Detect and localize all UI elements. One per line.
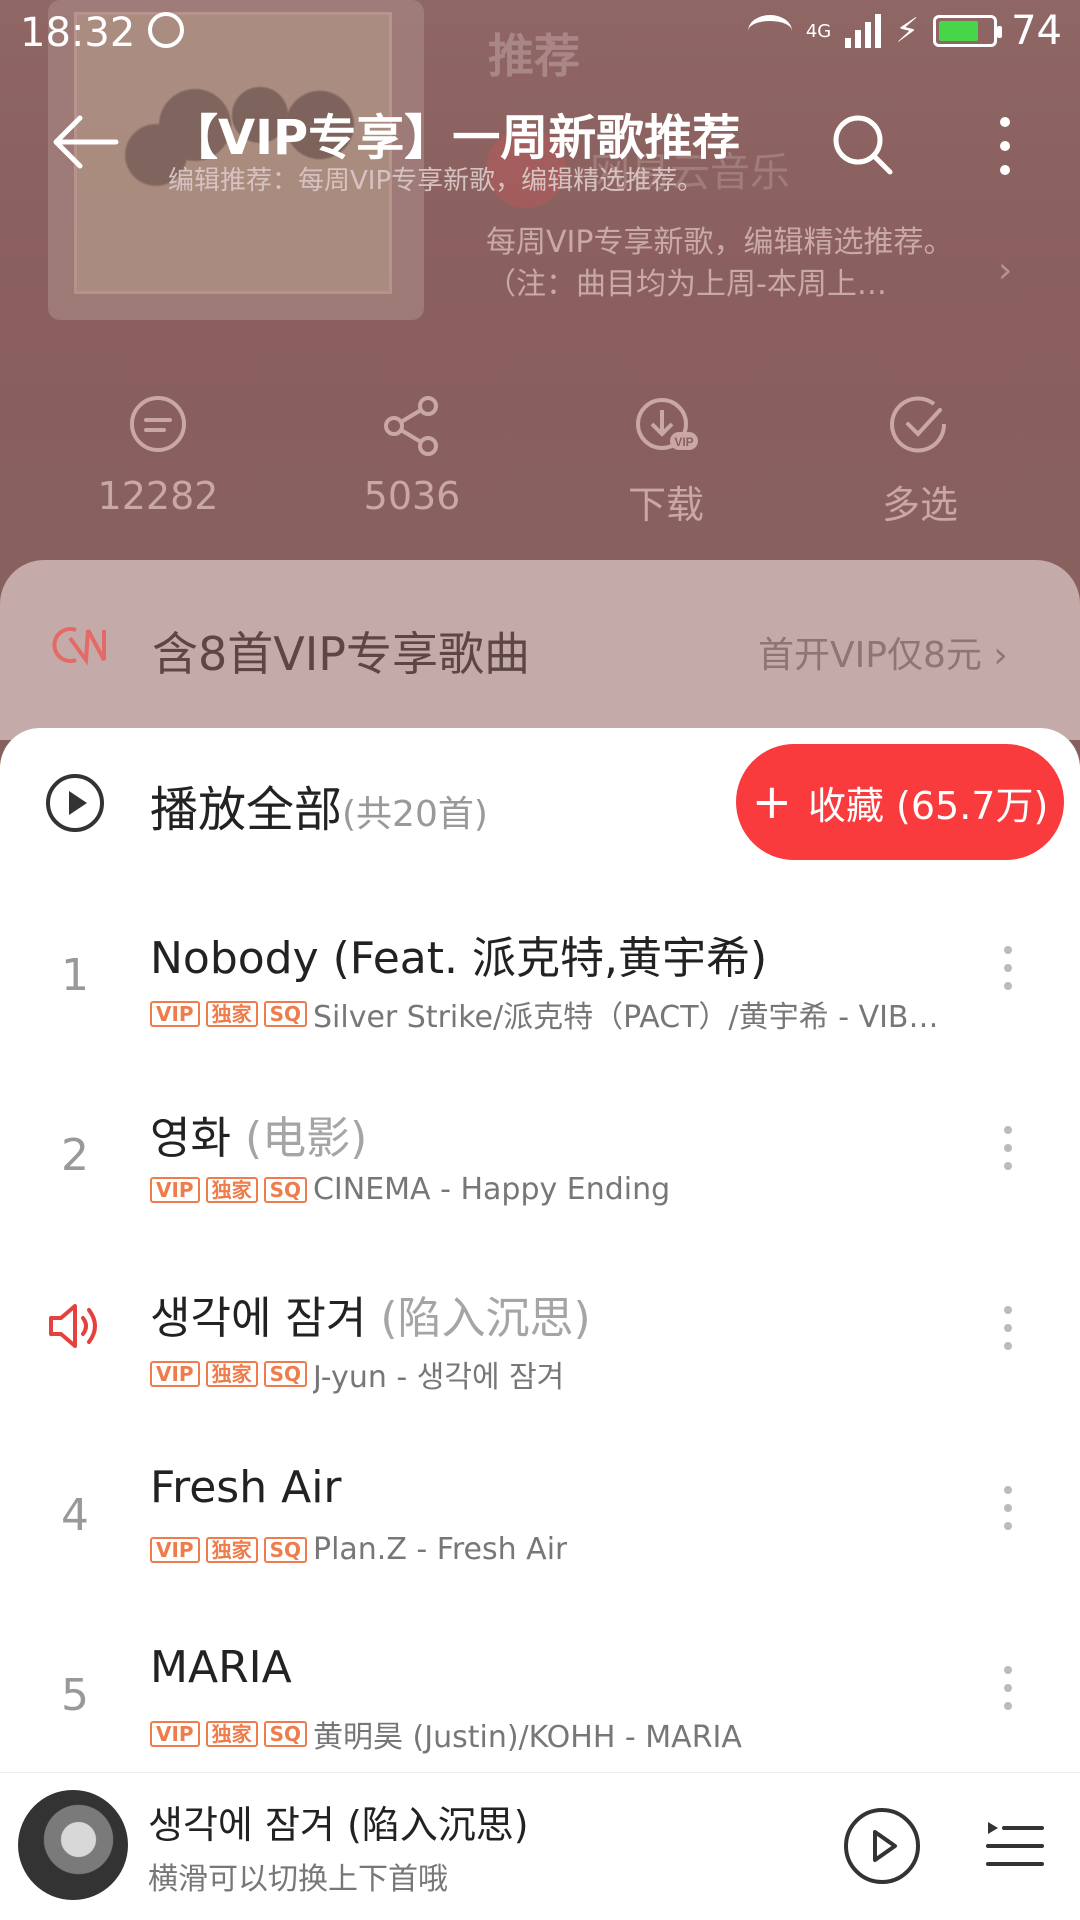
- vip-badge: VIP: [150, 1001, 200, 1027]
- wifi-icon: [747, 15, 792, 47]
- song-row[interactable]: 2 영화 (电影) VIP 独家 SQ CINEMA - Happy Endin…: [0, 1092, 1080, 1272]
- play-circle-icon: [46, 774, 104, 832]
- exclusive-badge: 独家: [205, 1001, 258, 1027]
- download-action[interactable]: VIP 下载: [556, 394, 776, 529]
- netease-status-icon: [148, 12, 184, 48]
- more-vertical-icon: [1000, 117, 1010, 175]
- page-title: 【VIP专享】一周新歌推荐: [170, 110, 741, 166]
- song-meta: VIP 独家 SQ 黄明昊 (Justin)/KOHH - MARIA: [150, 1712, 960, 1756]
- multi-select-action[interactable]: 多选: [810, 394, 1030, 529]
- comment-count: 12282: [97, 474, 219, 518]
- chevron-right-icon: ›: [998, 250, 1013, 291]
- song-more-button[interactable]: [998, 1486, 1018, 1542]
- share-action[interactable]: 5036: [302, 394, 522, 518]
- vip-badge: VIP: [150, 1721, 200, 1747]
- song-row[interactable]: 1 Nobody (Feat. 派克特,黄宇希) VIP 独家 SQ Silve…: [0, 912, 1080, 1092]
- status-time: 18:32: [20, 10, 136, 56]
- svg-text:VIP: VIP: [674, 435, 693, 449]
- song-artist: 黄明昊 (Justin)/KOHH - MARIA: [312, 1720, 742, 1755]
- song-more-button[interactable]: [998, 1306, 1018, 1362]
- vip-badge: VIP: [150, 1176, 200, 1203]
- play-all-button[interactable]: [44, 772, 106, 834]
- vip-badge: VIP: [150, 1361, 200, 1387]
- song-index: 1: [61, 950, 89, 1001]
- vip-banner-text: 含8首VIP专享歌曲: [152, 627, 531, 681]
- play-circle-icon: [844, 1808, 920, 1884]
- exclusive-badge: 独家: [205, 1536, 258, 1563]
- song-meta: VIP 独家 SQ Plan.Z - Fresh Air: [150, 1532, 960, 1567]
- comment-action[interactable]: 12282: [48, 394, 268, 518]
- sq-badge: SQ: [263, 1721, 307, 1747]
- mini-player-hint: 横滑可以切换上下首哦: [148, 1862, 448, 1897]
- back-arrow-icon: [53, 115, 119, 169]
- song-row[interactable]: 4 Fresh Air VIP 独家 SQ Plan.Z - Fresh Air: [0, 1452, 1080, 1632]
- song-more-button[interactable]: [998, 1126, 1018, 1182]
- song-title: Fresh Air: [150, 1462, 342, 1513]
- song-index: 2: [61, 1130, 89, 1181]
- song-row-playing[interactable]: 생각에 잠겨 (陷入沉思) VIP 独家 SQ J-yun - 생각에 잠겨: [0, 1272, 1080, 1452]
- song-index: 4: [61, 1490, 89, 1541]
- status-indicators: 4G ⚡ 74: [747, 8, 1062, 54]
- sq-badge: SQ: [263, 1536, 307, 1563]
- speaker-icon: [40, 1300, 110, 1363]
- network-type: 4G: [805, 20, 832, 42]
- song-meta: VIP 独家 SQ Silver Strike/派克特（PACT）/黄宇希 - …: [150, 992, 960, 1036]
- song-artist: Plan.Z - Fresh Air: [312, 1532, 568, 1567]
- battery-icon: [933, 15, 1003, 47]
- faded-tab-title: 推荐: [488, 29, 580, 83]
- search-button[interactable]: [830, 112, 896, 178]
- sq-badge: SQ: [263, 1176, 307, 1203]
- sq-badge: SQ: [263, 1361, 307, 1387]
- mini-player-cover[interactable]: [18, 1790, 128, 1900]
- song-artist: J-yun - 생각에 잠겨: [312, 1360, 565, 1395]
- chevron-right-icon: ›: [993, 635, 1008, 676]
- plus-icon: +: [751, 774, 792, 830]
- exclusive-badge: 独家: [205, 1361, 258, 1387]
- song-count: (共20首): [342, 794, 488, 835]
- signal-icon: [845, 14, 882, 48]
- exclusive-badge: 独家: [205, 1721, 258, 1747]
- mini-player-title[interactable]: 생각에 잠겨 (陷入沉思): [148, 1794, 529, 1849]
- song-artist: CINEMA - Happy Ending: [312, 1172, 671, 1207]
- song-more-button[interactable]: [998, 1666, 1018, 1722]
- download-vip-icon: VIP: [636, 398, 698, 450]
- playlist-icon: [986, 1822, 1044, 1866]
- play-all-text: 播放全部: [150, 782, 343, 838]
- collect-button[interactable]: + 收藏 (65.7万): [736, 744, 1064, 860]
- song-title: 생각에 잠겨 (陷入沉思): [150, 1293, 591, 1344]
- song-title: Nobody (Feat. 派克特,黄宇希): [150, 933, 768, 984]
- play-all-label[interactable]: 播放全部(共20首): [150, 770, 488, 840]
- song-title: 영화 (电影): [150, 1113, 368, 1164]
- vip-offer-text: 首开VIP仅8元: [758, 635, 982, 676]
- multi-select-label: 多选: [881, 483, 958, 527]
- vip-offer-link[interactable]: 首开VIP仅8元 ›: [758, 626, 1008, 678]
- more-options-button[interactable]: [990, 112, 1020, 182]
- collect-label: 收藏 (65.7万): [807, 783, 1049, 828]
- song-title: MARIA: [150, 1642, 292, 1693]
- song-more-button[interactable]: [998, 946, 1018, 1002]
- comment-icon: [130, 396, 186, 452]
- song-artist: Silver Strike/派克特（PACT）/黄宇希 - VIB…: [312, 1000, 939, 1035]
- back-button[interactable]: [50, 112, 120, 172]
- vip-badge: VIP: [150, 1536, 200, 1563]
- mini-play-button[interactable]: [842, 1806, 922, 1886]
- song-index: 5: [61, 1670, 89, 1721]
- download-label: 下载: [627, 483, 704, 527]
- exclusive-badge: 独家: [205, 1176, 258, 1203]
- search-icon: [833, 115, 893, 175]
- page-subtitle: 编辑推荐：每周VIP专享新歌，编辑精选推荐。: [168, 166, 704, 196]
- vip-logo-icon: [48, 620, 108, 670]
- playlist-description[interactable]: 每周VIP专享新歌，编辑精选推荐。（注：曲目均为上周-本周上…: [486, 222, 986, 306]
- playlist-queue-button[interactable]: [984, 1816, 1044, 1872]
- battery-level: 74: [1011, 8, 1062, 54]
- share-icon: [384, 396, 438, 456]
- sq-badge: SQ: [263, 1001, 307, 1027]
- share-count: 5036: [363, 474, 461, 518]
- multi-select-icon: [890, 396, 947, 453]
- song-meta: VIP 独家 SQ J-yun - 생각에 잠겨: [150, 1352, 960, 1396]
- charging-icon: ⚡: [895, 11, 920, 51]
- song-meta: VIP 独家 SQ CINEMA - Happy Ending: [150, 1172, 960, 1207]
